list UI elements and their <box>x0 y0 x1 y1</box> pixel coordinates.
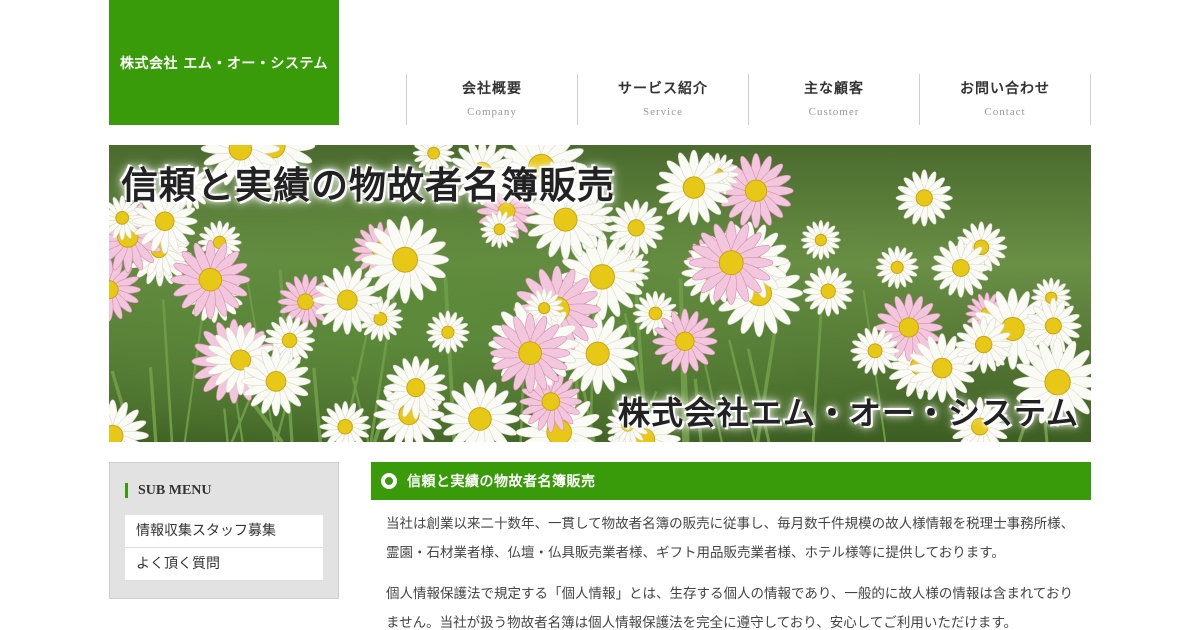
nav-label: お問い合わせ <box>960 81 1050 97</box>
nav-sublabel: Service <box>643 106 683 118</box>
nav-label: サービス紹介 <box>618 81 708 97</box>
logo-text: 株式会社 エム・オー・システム <box>120 55 328 72</box>
nav-item-company[interactable]: 会社概要 Company <box>406 74 577 125</box>
section-heading: 信頼と実績の物故者名簿販売 <box>407 474 596 490</box>
hero-title: 信頼と実績の物故者名簿販売 <box>121 164 615 207</box>
hero-company-name: 株式会社エム・オー・システム <box>617 394 1079 432</box>
privacy-paragraph: 個人情報保護法で規定する「個人情報」とは、生存する個人の情報であり、一般的に故人… <box>386 586 1074 630</box>
sub-menu-item-staff-recruit[interactable]: 情報収集スタッフ募集 <box>125 515 323 548</box>
nav-sublabel: Company <box>467 106 517 118</box>
section-heading-bar: 信頼と実績の物故者名簿販売 <box>371 462 1091 500</box>
intro-paragraph: 当社は創業以来二十数年、一貫して物故者名簿の販売に従事し、毎月数千件規模の故人様… <box>386 516 1075 561</box>
nav-sublabel: Customer <box>808 106 860 118</box>
main-content: 信頼と実績の物故者名簿販売 当社は創業以来二十数年、一貫して物故者名簿の販売に従… <box>371 462 1091 630</box>
site-logo[interactable]: 株式会社 エム・オー・システム <box>109 0 339 125</box>
nav-item-service[interactable]: サービス紹介 Service <box>577 74 748 125</box>
sub-menu-item-faq[interactable]: よく頂く質問 <box>125 548 323 581</box>
sub-menu-title: SUB MENU <box>125 483 323 498</box>
global-nav: 会社概要 Company サービス紹介 Service 主な顧客 Custome… <box>406 74 1091 125</box>
nav-item-customer[interactable]: 主な顧客 Customer <box>748 74 919 125</box>
sub-menu: SUB MENU 情報収集スタッフ募集 よく頂く質問 <box>109 462 339 599</box>
hero-banner: 信頼と実績の物故者名簿販売 株式会社エム・オー・システム <box>109 145 1091 442</box>
nav-item-contact[interactable]: お問い合わせ Contact <box>919 74 1091 125</box>
nav-label: 会社概要 <box>462 81 522 97</box>
nav-sublabel: Contact <box>984 106 1026 118</box>
ring-bullet-icon <box>381 473 397 489</box>
nav-label: 主な顧客 <box>804 81 864 97</box>
